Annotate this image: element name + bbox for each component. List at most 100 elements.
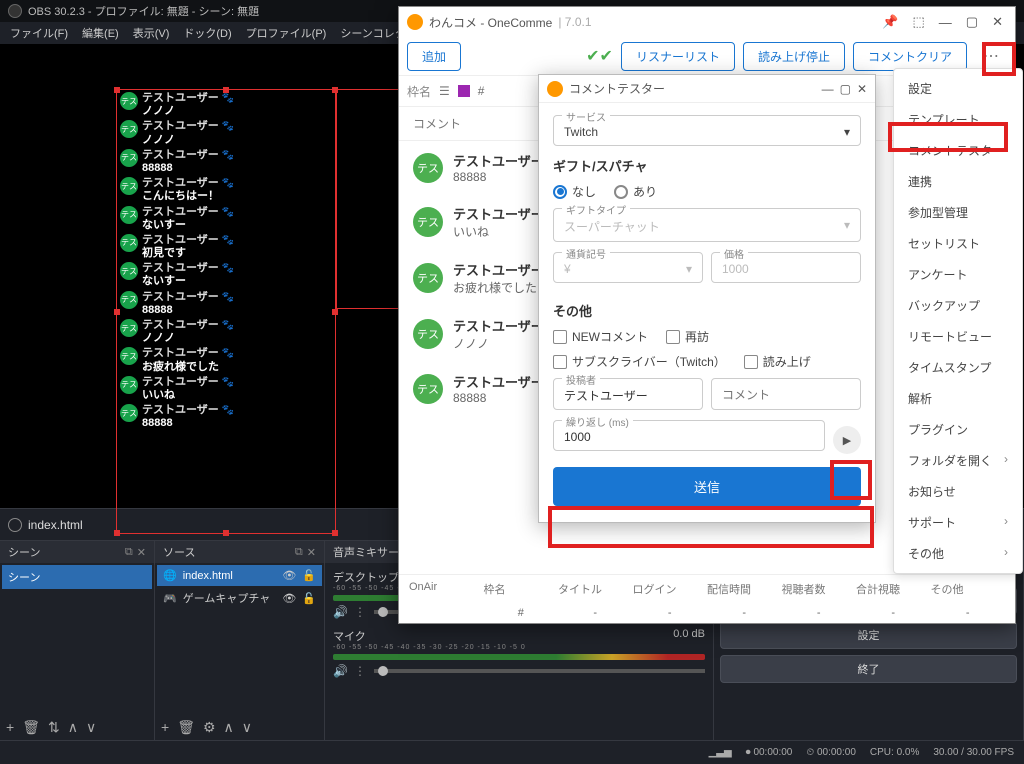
menu-item[interactable]: フォルダを開く›	[894, 445, 1022, 476]
menu-item[interactable]: プラグイン	[894, 414, 1022, 445]
menu-item[interactable]: バックアップ	[894, 290, 1022, 321]
lock-icon[interactable]: 🔓	[302, 592, 316, 605]
rec-time: 00:00:00	[753, 747, 792, 758]
user-avatar: テス	[120, 319, 138, 337]
menu-item[interactable]: コメントテスター	[894, 135, 1022, 166]
menu-item[interactable]: タイムスタンプ	[894, 352, 1022, 383]
settings-icon[interactable]: ⚙	[203, 719, 216, 736]
stop-read-button[interactable]: 読み上げ停止	[743, 42, 845, 71]
exit-button[interactable]: 終了	[720, 655, 1017, 683]
more-icon[interactable]: ⋮	[354, 605, 366, 619]
maximize-icon[interactable]: ▢	[962, 14, 982, 30]
volume-slider[interactable]	[374, 669, 705, 673]
comment-tester-titlebar[interactable]: コメントテスター — ▢ ✕	[539, 75, 875, 103]
up-icon[interactable]: ∧	[224, 719, 234, 736]
menu-item[interactable]: セットリスト	[894, 228, 1022, 259]
scene-item[interactable]: シーン	[2, 565, 152, 589]
menu-item[interactable]: サポート›	[894, 507, 1022, 538]
minimize-icon[interactable]: —	[935, 15, 956, 30]
trash-icon[interactable]: 🗑	[177, 719, 195, 736]
read-aloud-checkbox[interactable]: 読み上げ	[744, 353, 811, 370]
add-icon[interactable]: +	[161, 719, 169, 735]
add-button[interactable]: 追加	[407, 42, 461, 71]
visibility-icon[interactable]: 👁	[282, 592, 296, 605]
lock-icon[interactable]: 🔓	[302, 569, 316, 582]
user-avatar: テス	[413, 263, 443, 293]
source-item[interactable]: 🎮ゲームキャプチャ👁🔓	[157, 586, 322, 610]
menu-item[interactable]: 設定	[894, 73, 1022, 104]
reorder-icon[interactable]: ⇅	[48, 719, 60, 736]
add-icon[interactable]: +	[6, 719, 14, 735]
more-icon[interactable]: ⋮	[354, 664, 366, 678]
listener-list-button[interactable]: リスナーリスト	[621, 42, 735, 71]
visibility-icon[interactable]: 👁	[282, 569, 296, 582]
repeat-field[interactable]: 繰り返し (ms)	[553, 420, 825, 451]
onecomme-status-table: OnAir枠名タイトルログイン配信時間視聴者数合計視聴その他 #------	[399, 574, 1015, 623]
gift-none-radio[interactable]: なし	[553, 183, 596, 200]
maximize-icon[interactable]: ▢	[840, 82, 851, 96]
user-avatar: テス	[120, 262, 138, 280]
comment-input[interactable]	[722, 388, 850, 402]
clear-comment-button[interactable]: コメントクリア	[853, 42, 967, 71]
up-icon[interactable]: ∧	[68, 719, 78, 736]
service-select[interactable]: サービス Twitch▾	[553, 115, 861, 146]
user-avatar: テス	[413, 319, 443, 349]
subscriber-checkbox[interactable]: サブスクライバー（Twitch）	[553, 353, 726, 370]
user-avatar: テス	[120, 347, 138, 365]
close-icon[interactable]: ✕	[307, 546, 316, 559]
menu-view[interactable]: 表示(V)	[127, 23, 176, 43]
close-icon[interactable]: ✕	[137, 546, 146, 559]
check-all-icon[interactable]: ✔✔	[586, 46, 613, 66]
poster-field[interactable]: 投稿者	[553, 378, 703, 410]
play-button[interactable]: ▶	[833, 426, 861, 454]
color-swatch[interactable]	[458, 85, 470, 97]
pin-icon[interactable]: 📌	[878, 14, 902, 30]
minimize-icon[interactable]: —	[822, 82, 834, 96]
speaker-icon[interactable]: 🔊	[333, 605, 348, 619]
popout-icon[interactable]: ⧉	[295, 546, 303, 559]
obs-statusbar: ▁▃▅ ⏺ 00:00:00 ⏲ 00:00:00 CPU: 0.0% 30.0…	[0, 740, 1024, 764]
poster-input[interactable]	[564, 388, 692, 402]
onecomme-titlebar[interactable]: わんコメ - OneComme | 7.0.1 📌 ⬚ — ▢ ✕	[399, 7, 1015, 37]
more-menu-button[interactable]: ⋯	[975, 42, 1007, 70]
menu-item[interactable]: アンケート	[894, 259, 1022, 290]
menu-item[interactable]: その他›	[894, 538, 1022, 569]
source-item[interactable]: 🌐index.html👁🔓	[157, 565, 322, 586]
speaker-icon[interactable]: 🔊	[333, 664, 348, 678]
gift-yes-radio[interactable]: あり	[614, 183, 657, 200]
trash-icon[interactable]: 🗑	[22, 719, 40, 736]
level-meter	[333, 654, 705, 660]
menu-item[interactable]: 連携	[894, 166, 1022, 197]
cpu-usage: CPU: 0.0%	[870, 747, 919, 758]
sources-dock: ソース⧉✕ 🌐index.html👁🔓🎮ゲームキャプチャ👁🔓 + 🗑 ⚙ ∧ ∨	[155, 541, 325, 740]
repeat-input[interactable]	[564, 430, 814, 444]
user-avatar: テス	[120, 177, 138, 195]
menu-dock[interactable]: ドック(D)	[177, 23, 237, 43]
comment-field[interactable]	[711, 378, 861, 410]
settings-button[interactable]: 設定	[720, 621, 1017, 649]
menu-item[interactable]: 解析	[894, 383, 1022, 414]
menu-item[interactable]: リモートビュー	[894, 321, 1022, 352]
stream-time: 00:00:00	[817, 747, 856, 758]
down-icon[interactable]: ∨	[242, 719, 252, 736]
menu-item[interactable]: テンプレート	[894, 104, 1022, 135]
menu-file[interactable]: ファイル(F)	[4, 23, 74, 43]
revisit-checkbox[interactable]: 再訪	[666, 328, 709, 345]
user-avatar: テス	[120, 120, 138, 138]
gift-section-header: ギフト/スパチャ	[553, 156, 861, 175]
user-avatar: テス	[413, 207, 443, 237]
menu-edit[interactable]: 編集(E)	[76, 23, 125, 43]
down-icon[interactable]: ∨	[86, 719, 96, 736]
new-comment-checkbox[interactable]: NEWコメント	[553, 328, 648, 345]
user-avatar: テス	[413, 374, 443, 404]
menu-profile[interactable]: プロファイル(P)	[240, 23, 333, 43]
close-icon[interactable]: ✕	[988, 14, 1007, 30]
user-avatar: テス	[120, 206, 138, 224]
popout-icon[interactable]: ⧉	[125, 546, 133, 559]
send-button[interactable]: 送信	[553, 467, 861, 506]
user-avatar: テス	[120, 404, 138, 422]
menu-item[interactable]: お知らせ	[894, 476, 1022, 507]
menu-item[interactable]: 参加型管理	[894, 197, 1022, 228]
layout-icon[interactable]: ⬚	[909, 14, 929, 30]
close-icon[interactable]: ✕	[857, 82, 867, 96]
